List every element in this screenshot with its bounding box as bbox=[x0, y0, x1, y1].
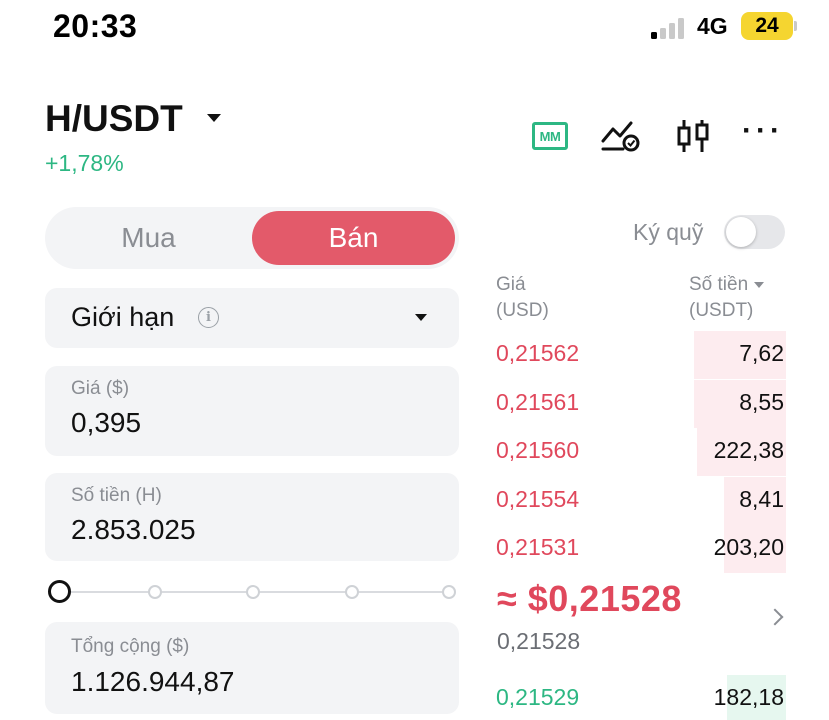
ask-amount[interactable]: 8,55 bbox=[739, 389, 784, 416]
chevron-right-icon[interactable] bbox=[766, 608, 784, 626]
amount-header-label: Số tiền bbox=[689, 274, 749, 295]
amount-input[interactable]: Số tiền (H) 2.853.025 bbox=[45, 473, 459, 561]
bid-amount[interactable]: 182,18 bbox=[714, 684, 784, 711]
price-header-label: Giá bbox=[496, 274, 526, 295]
battery-indicator: 24 bbox=[741, 12, 793, 40]
ask-amount[interactable]: 7,62 bbox=[739, 340, 784, 367]
price-label: Giá ($) bbox=[71, 378, 130, 399]
signal-strength-icon bbox=[651, 17, 689, 39]
side-toggle: Mua Bán bbox=[45, 207, 459, 269]
ask-price[interactable]: 0,21560 bbox=[496, 437, 579, 464]
ask-price[interactable]: 0,21554 bbox=[496, 486, 579, 513]
chevron-down-icon bbox=[415, 314, 427, 321]
orderbook-price-header: Giá (USD) bbox=[496, 272, 549, 324]
order-type-selector[interactable]: Giới hạn i bbox=[45, 288, 459, 348]
price-input[interactable]: Giá ($) 0,395 bbox=[45, 366, 459, 456]
amount-percent-slider[interactable] bbox=[48, 580, 458, 604]
ask-row[interactable]: 0,21562 7,62 bbox=[490, 331, 786, 379]
battery-cap-icon bbox=[794, 21, 797, 31]
amount-header-unit: (USDT) bbox=[689, 300, 754, 321]
price-alert-button[interactable] bbox=[600, 117, 642, 155]
pair-dropdown-icon[interactable] bbox=[207, 114, 221, 122]
ask-amount[interactable]: 203,20 bbox=[714, 534, 784, 561]
slider-stop-25[interactable] bbox=[148, 585, 162, 599]
total-input[interactable]: Tổng cộng ($) 1.126.944,87 bbox=[45, 622, 459, 714]
slider-thumb[interactable] bbox=[48, 580, 71, 603]
sell-tab[interactable]: Bán bbox=[252, 211, 455, 265]
ask-price[interactable]: 0,21531 bbox=[496, 534, 579, 561]
ask-row[interactable]: 0,21531 203,20 bbox=[490, 525, 786, 573]
ask-price[interactable]: 0,21561 bbox=[496, 389, 579, 416]
margin-label: Ký quỹ bbox=[633, 219, 704, 245]
order-type-label: Giới hạn bbox=[71, 302, 175, 332]
candlestick-chart-button[interactable] bbox=[673, 117, 713, 155]
mark-price: 0,21528 bbox=[497, 628, 581, 654]
buy-tab[interactable]: Mua bbox=[45, 207, 252, 269]
total-value[interactable]: 1.126.944,87 bbox=[71, 666, 235, 698]
bid-row[interactable]: 0,21529 182,18 bbox=[490, 675, 786, 720]
info-icon[interactable]: i bbox=[198, 307, 219, 328]
slider-stop-50[interactable] bbox=[246, 585, 260, 599]
ask-row[interactable]: 0,21560 222,38 bbox=[490, 428, 786, 476]
status-time: 20:33 bbox=[53, 8, 138, 44]
market-maker-button[interactable]: MM bbox=[531, 117, 569, 155]
orderbook-amount-header[interactable]: Số tiền (USDT) bbox=[689, 272, 765, 324]
network-type: 4G bbox=[697, 13, 728, 39]
candlestick-icon bbox=[677, 120, 709, 152]
margin-toggle[interactable] bbox=[724, 215, 785, 249]
slider-stop-100[interactable] bbox=[442, 585, 456, 599]
trend-alert-icon bbox=[601, 121, 640, 152]
sort-caret-icon[interactable] bbox=[754, 281, 765, 288]
ask-row[interactable]: 0,21561 8,55 bbox=[490, 379, 786, 428]
price-header-unit: (USD) bbox=[496, 300, 549, 321]
ask-amount[interactable]: 8,41 bbox=[739, 486, 784, 513]
ask-amount[interactable]: 222,38 bbox=[714, 437, 784, 464]
margin-toggle-knob[interactable] bbox=[726, 217, 756, 247]
slider-stop-75[interactable] bbox=[345, 585, 359, 599]
trading-pair-selector[interactable]: H/USDT bbox=[45, 98, 183, 140]
last-price: ≈ $0,21528 bbox=[497, 578, 682, 619]
price-value[interactable]: 0,395 bbox=[71, 407, 141, 439]
more-options-button[interactable]: ··· bbox=[741, 114, 785, 155]
total-label: Tổng cộng ($) bbox=[71, 636, 190, 657]
bid-price[interactable]: 0,21529 bbox=[496, 684, 579, 711]
ask-price[interactable]: 0,21562 bbox=[496, 340, 579, 367]
more-dots-icon: ··· bbox=[742, 114, 784, 147]
price-change-percent: +1,78% bbox=[45, 150, 124, 176]
amount-label: Số tiền (H) bbox=[71, 485, 162, 506]
ask-row[interactable]: 0,21554 8,41 bbox=[490, 476, 786, 525]
mm-icon: MM bbox=[532, 122, 568, 150]
amount-value[interactable]: 2.853.025 bbox=[71, 514, 196, 546]
